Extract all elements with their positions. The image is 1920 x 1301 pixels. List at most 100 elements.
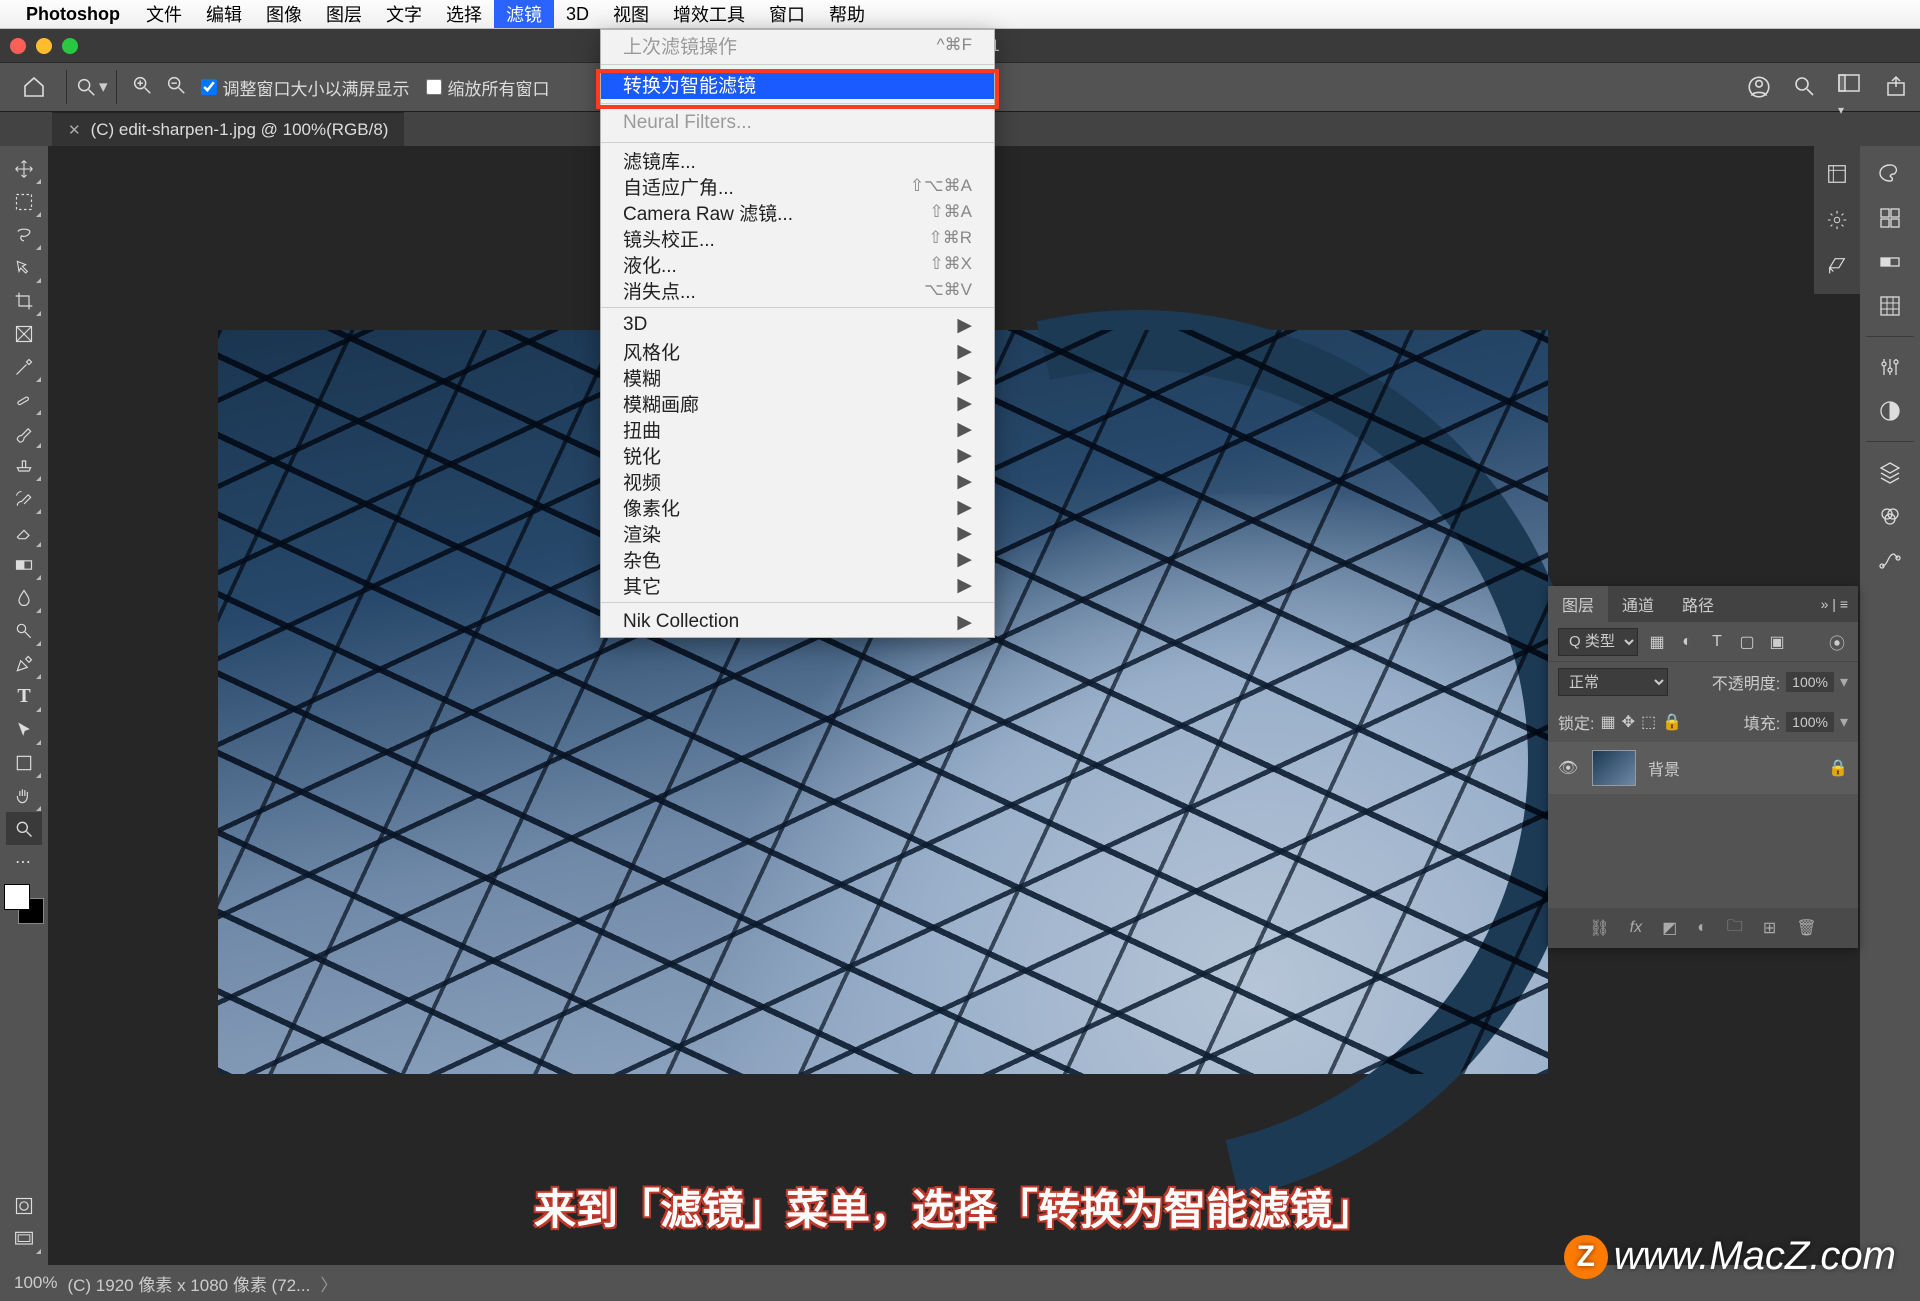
zoom-tool-indicator-icon[interactable]: ▾ xyxy=(75,76,108,98)
menu-item-pixelate[interactable]: 像素化▶ xyxy=(601,494,994,520)
shape-tool-icon[interactable] xyxy=(6,746,42,779)
close-icon[interactable]: ✕ xyxy=(68,121,81,139)
styles-panel-icon[interactable] xyxy=(1868,391,1912,431)
zoom-out-icon[interactable] xyxy=(165,74,187,101)
properties-panel-icon[interactable] xyxy=(1815,154,1859,194)
menu-file[interactable]: 文件 xyxy=(134,0,194,28)
menu-item-blur-gallery[interactable]: 模糊画廊▶ xyxy=(601,390,994,416)
menu-item-nik-collection[interactable]: Nik Collection▶ xyxy=(601,607,994,637)
status-zoom[interactable]: 100% xyxy=(14,1273,57,1293)
blur-tool-icon[interactable] xyxy=(6,581,42,614)
clone-stamp-tool-icon[interactable] xyxy=(6,449,42,482)
menu-item-blur[interactable]: 模糊▶ xyxy=(601,364,994,390)
filter-toggle-icon[interactable]: ⦿ xyxy=(1826,631,1848,653)
traffic-light-close[interactable] xyxy=(10,38,26,54)
color-panel-icon[interactable] xyxy=(1868,154,1912,194)
swatches-panel-icon[interactable] xyxy=(1868,198,1912,238)
visibility-icon[interactable]: 👁 xyxy=(1558,758,1580,778)
menu-item-stylize[interactable]: 风格化▶ xyxy=(601,338,994,364)
menu-3d[interactable]: 3D xyxy=(554,0,601,28)
path-select-tool-icon[interactable] xyxy=(6,713,42,746)
layer-name[interactable]: 背景 xyxy=(1648,756,1680,780)
brush-settings-icon[interactable] xyxy=(1815,200,1859,240)
hand-tool-icon[interactable] xyxy=(6,779,42,812)
menu-view[interactable]: 视图 xyxy=(601,0,661,28)
menu-image[interactable]: 图像 xyxy=(254,0,314,28)
lock-position-icon[interactable]: ✥ xyxy=(1622,712,1635,732)
layer-style-icon[interactable]: fx xyxy=(1630,919,1642,937)
menu-help[interactable]: 帮助 xyxy=(817,0,877,28)
tab-layers[interactable]: 图层 xyxy=(1548,586,1608,622)
zoom-all-windows-checkbox[interactable]: 缩放所有窗口 xyxy=(426,75,550,100)
lock-pixels-icon[interactable]: ▦ xyxy=(1600,712,1615,732)
crop-tool-icon[interactable] xyxy=(6,284,42,317)
resize-window-checkbox[interactable]: 调整窗口大小以满屏显示 xyxy=(201,75,410,100)
lasso-tool-icon[interactable] xyxy=(6,218,42,251)
cloud-account-icon[interactable] xyxy=(1746,74,1772,100)
dodge-tool-icon[interactable] xyxy=(6,614,42,647)
lock-icon[interactable]: 🔒 xyxy=(1828,758,1848,778)
edit-toolbar-icon[interactable]: ⋯ xyxy=(6,845,42,878)
type-tool-icon[interactable]: T xyxy=(6,680,42,713)
move-tool-icon[interactable] xyxy=(6,152,42,185)
status-chevron-icon[interactable]: 〉 xyxy=(320,1271,337,1296)
menu-item-other[interactable]: 其它▶ xyxy=(601,572,994,598)
app-name[interactable]: Photoshop xyxy=(26,4,120,25)
menu-item-filter-gallery[interactable]: 滤镜库... xyxy=(601,147,994,173)
home-icon[interactable] xyxy=(20,73,48,101)
menu-item-video[interactable]: 视频▶ xyxy=(601,468,994,494)
screen-mode-icon[interactable] xyxy=(6,1222,42,1255)
group-icon[interactable]: 🗀 xyxy=(1727,915,1743,942)
menu-layer[interactable]: 图层 xyxy=(314,0,374,28)
menu-item-render[interactable]: 渲染▶ xyxy=(601,520,994,546)
quick-select-tool-icon[interactable] xyxy=(6,251,42,284)
filter-smart-icon[interactable]: ▣ xyxy=(1766,631,1788,653)
menu-item-liquify[interactable]: 液化...⇧⌘X xyxy=(601,251,994,277)
layers-panel[interactable]: 图层 通道 路径 » | ≡ Q 类型 ▦ ◐ T ▢ ▣ ⦿ 正常 不透明度:… xyxy=(1548,586,1858,948)
layer-mask-icon[interactable]: ◩ xyxy=(1662,918,1677,938)
status-doc-info[interactable]: (C) 1920 像素 x 1080 像素 (72... xyxy=(67,1271,310,1296)
color-swatch[interactable] xyxy=(4,884,44,924)
menu-item-adaptive-wide-angle[interactable]: 自适应广角...⇧⌥⌘A xyxy=(601,173,994,199)
zoom-all-windows-input[interactable] xyxy=(426,79,442,95)
channels-panel-icon[interactable] xyxy=(1868,496,1912,536)
menu-item-noise[interactable]: 杂色▶ xyxy=(601,546,994,572)
share-icon[interactable] xyxy=(1884,74,1910,100)
opacity-value[interactable]: 100% xyxy=(1786,672,1834,692)
gradient-tool-icon[interactable] xyxy=(6,548,42,581)
adjustment-layer-icon[interactable]: ◐ xyxy=(1697,919,1707,937)
filter-type-icon[interactable]: T xyxy=(1706,631,1728,653)
workspace-switcher-icon[interactable]: ▾ xyxy=(1838,74,1864,100)
history-panel-icon[interactable] xyxy=(1815,246,1859,286)
menu-item-distort[interactable]: 扭曲▶ xyxy=(601,416,994,442)
patterns-panel-icon[interactable] xyxy=(1868,286,1912,326)
eraser-tool-icon[interactable] xyxy=(6,515,42,548)
filter-shape-icon[interactable]: ▢ xyxy=(1736,631,1758,653)
menu-item-camera-raw[interactable]: Camera Raw 滤镜...⇧⌘A xyxy=(601,199,994,225)
zoom-in-icon[interactable] xyxy=(131,74,153,101)
document-tab[interactable]: ✕ (C) edit-sharpen-1.jpg @ 100%(RGB/8) xyxy=(52,112,404,146)
eyedropper-tool-icon[interactable] xyxy=(6,350,42,383)
menu-edit[interactable]: 编辑 xyxy=(194,0,254,28)
layer-row-background[interactable]: 👁 背景 🔒 xyxy=(1548,742,1858,794)
filter-adjust-icon[interactable]: ◐ xyxy=(1676,631,1698,653)
adjustments-panel-icon[interactable] xyxy=(1868,347,1912,387)
fill-value[interactable]: 100% xyxy=(1786,712,1834,732)
layer-filter-type[interactable]: Q 类型 xyxy=(1558,628,1638,656)
tab-paths[interactable]: 路径 xyxy=(1668,586,1728,622)
layers-panel-icon[interactable] xyxy=(1868,452,1912,492)
lock-all-icon[interactable]: 🔒 xyxy=(1662,712,1682,732)
menu-window[interactable]: 窗口 xyxy=(757,0,817,28)
menu-item-vanishing-point[interactable]: 消失点...⌥⌘V xyxy=(601,277,994,303)
menu-item-lens-correction[interactable]: 镜头校正...⇧⌘R xyxy=(601,225,994,251)
history-brush-tool-icon[interactable] xyxy=(6,482,42,515)
tab-channels[interactable]: 通道 xyxy=(1608,586,1668,622)
layer-thumbnail[interactable] xyxy=(1592,750,1636,786)
menu-filter[interactable]: 滤镜 xyxy=(494,0,554,28)
foreground-color-swatch[interactable] xyxy=(4,884,30,910)
menu-type[interactable]: 文字 xyxy=(374,0,434,28)
brush-tool-icon[interactable] xyxy=(6,416,42,449)
menu-item-convert-smart-filter[interactable]: 转换为智能滤镜 xyxy=(601,69,994,99)
menu-item-3d[interactable]: 3D▶ xyxy=(601,312,994,338)
traffic-light-zoom[interactable] xyxy=(62,38,78,54)
